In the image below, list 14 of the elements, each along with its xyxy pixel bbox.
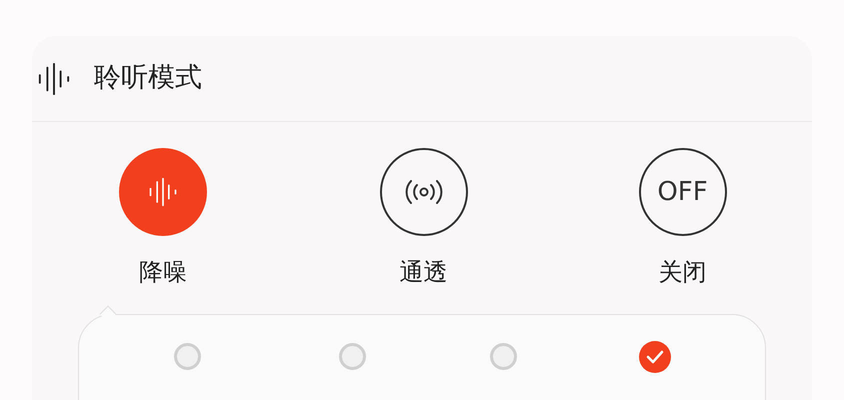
mode-button[interactable]: OFF bbox=[638, 148, 726, 236]
mode-label: 降噪 bbox=[139, 257, 187, 288]
sound-wave-icon bbox=[36, 62, 72, 96]
radio-button[interactable] bbox=[490, 343, 516, 370]
radio-button[interactable] bbox=[338, 343, 366, 370]
radio-button[interactable] bbox=[174, 343, 200, 370]
broadcast-icon bbox=[404, 180, 442, 204]
mode-label: 通透 bbox=[400, 257, 448, 288]
off-label: OFF bbox=[657, 179, 708, 205]
mode-label: 关闭 bbox=[658, 257, 706, 288]
sound-wave-icon bbox=[148, 177, 178, 207]
check-icon[interactable] bbox=[639, 341, 671, 373]
mode-button[interactable] bbox=[380, 148, 468, 236]
section-title: 聆听模式 bbox=[94, 61, 202, 96]
